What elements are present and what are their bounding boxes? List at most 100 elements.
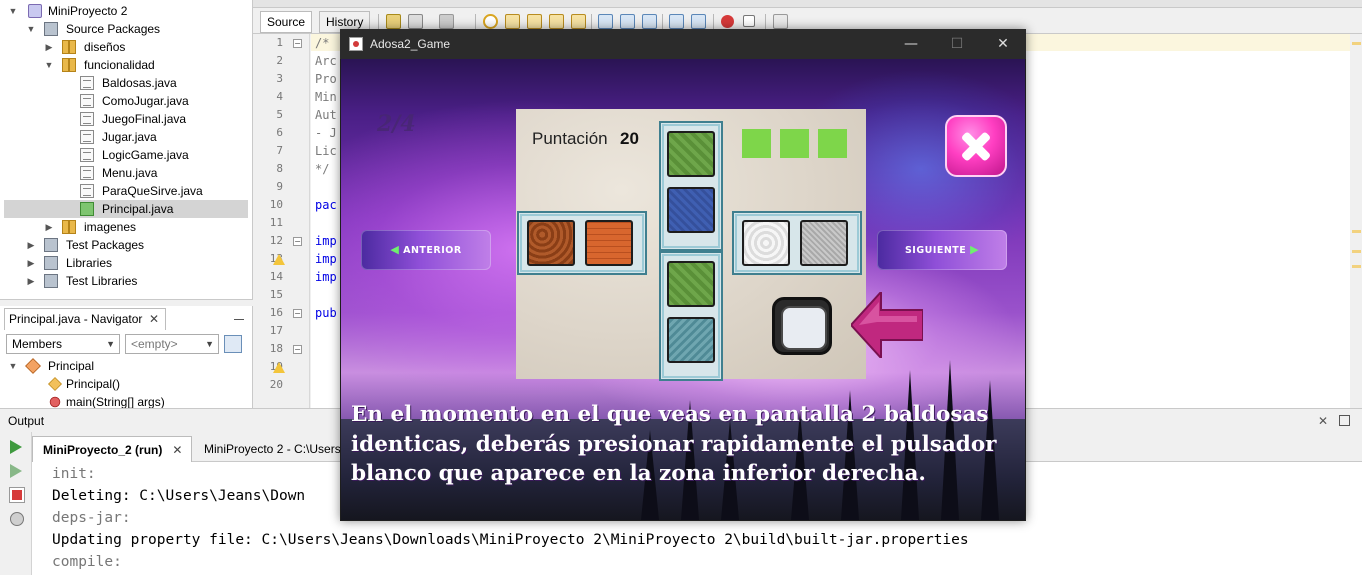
forward-icon[interactable] xyxy=(439,14,454,29)
nav-item-constructor[interactable]: Principal() xyxy=(4,375,248,393)
code-line: pac xyxy=(315,198,337,212)
stop-macro-icon[interactable] xyxy=(743,15,755,27)
maximize-icon[interactable] xyxy=(1339,415,1350,426)
white-press-button[interactable] xyxy=(772,297,832,355)
tile-white xyxy=(742,220,790,266)
tree-item-test-packages[interactable]: ▶ Test Packages xyxy=(4,236,248,254)
tile-teal xyxy=(667,317,715,363)
chevron-down-icon: ▼ xyxy=(106,339,115,349)
tree-item-logicgame[interactable]: LogicGame.java xyxy=(4,146,248,164)
rerun-with-options-icon[interactable] xyxy=(10,464,22,478)
settings-icon[interactable] xyxy=(10,512,24,526)
nav-item-label: Principal() xyxy=(66,377,121,391)
find-selection-icon[interactable] xyxy=(549,14,564,29)
find-next-icon[interactable] xyxy=(527,14,542,29)
chevron-right-icon[interactable]: ▶ xyxy=(26,254,36,272)
java-file-icon xyxy=(80,184,94,198)
members-select[interactable]: Members ▼ xyxy=(6,334,120,354)
tree-item-paraquesirve[interactable]: ParaQueSirve.java xyxy=(4,182,248,200)
last-edit-icon[interactable] xyxy=(386,14,401,29)
toggle-highlight-icon[interactable] xyxy=(571,14,586,29)
stripe-mark[interactable] xyxy=(1352,265,1361,268)
tab-output-build[interactable]: MiniProyecto 2 - C:\Users xyxy=(194,436,344,462)
chevron-right-icon[interactable]: ▶ xyxy=(26,236,36,254)
next-button[interactable]: SIGUIENTE ▶ xyxy=(877,230,1007,270)
chevron-down-icon[interactable]: ▼ xyxy=(26,20,36,38)
tree-item-imagenes[interactable]: ▶ imagenes xyxy=(4,218,248,236)
tree-item-funcionalidad[interactable]: ▼ funcionalidad xyxy=(4,56,248,74)
project-icon xyxy=(28,4,42,18)
fold-toggle-icon[interactable]: − xyxy=(293,237,302,246)
shift-left-icon[interactable] xyxy=(669,14,684,29)
tree-item-libraries[interactable]: ▶ Libraries xyxy=(4,254,248,272)
next-bookmark-icon[interactable] xyxy=(620,14,635,29)
close-icon[interactable]: ✕ xyxy=(1318,409,1328,433)
tree-item-menu[interactable]: Menu.java xyxy=(4,164,248,182)
line-number: 11 xyxy=(269,216,283,229)
tab-output-run-label: MiniProyecto_2 (run) xyxy=(43,443,163,457)
stripe-mark[interactable] xyxy=(1352,230,1361,233)
game-window-titlebar[interactable]: Adosa2_Game — ☐ ✕ xyxy=(340,29,1026,59)
tree-item-jugar[interactable]: Jugar.java xyxy=(4,128,248,146)
fold-toggle-icon[interactable]: − xyxy=(293,39,302,48)
tab-source[interactable]: Source xyxy=(260,11,313,33)
tree-item-disenos[interactable]: ▶ diseños xyxy=(4,38,248,56)
filter-select[interactable]: <empty> ▼ xyxy=(125,334,219,354)
close-game-button[interactable] xyxy=(945,115,1007,177)
tree-item-comojugar[interactable]: ComoJugar.java xyxy=(4,92,248,110)
output-line: Updating property file: C:\Users\Jeans\D… xyxy=(52,532,969,548)
chevron-right-icon[interactable]: ▶ xyxy=(44,218,54,236)
netbeans-ide: ▼ MiniProyecto 2 ▼ Source Packages ▶ dis… xyxy=(0,0,1362,575)
back-icon[interactable] xyxy=(408,14,423,29)
chevron-down-icon[interactable]: ▼ xyxy=(8,357,18,375)
tree-item-baldosas[interactable]: Baldosas.java xyxy=(4,74,248,92)
navigator-tab[interactable]: Principal.java - Navigator ✕ xyxy=(4,308,166,330)
close-icon[interactable]: ✕ xyxy=(172,443,182,457)
tree-item-project[interactable]: ▼ MiniProyecto 2 xyxy=(4,2,248,20)
chevron-down-icon[interactable]: ▼ xyxy=(44,56,54,74)
tree-item-principal[interactable]: Principal.java xyxy=(4,200,248,218)
toolbar-separator xyxy=(591,14,592,30)
line-number: 5 xyxy=(276,108,283,121)
chevron-down-icon[interactable]: ▼ xyxy=(8,2,18,20)
toggle-bookmark-icon[interactable] xyxy=(642,14,657,29)
fold-toggle-icon[interactable]: − xyxy=(293,309,302,318)
line-number: 9 xyxy=(276,180,283,193)
java-file-icon xyxy=(80,130,94,144)
minimize-icon[interactable] xyxy=(234,312,244,320)
rerun-icon[interactable] xyxy=(10,440,22,454)
tree-item-juegofinal[interactable]: JuegoFinal.java xyxy=(4,110,248,128)
maximize-icon[interactable]: ☐ xyxy=(934,29,980,59)
find-icon[interactable] xyxy=(483,14,498,29)
tile-grey xyxy=(800,220,848,266)
navigator-settings-icon[interactable] xyxy=(224,335,242,353)
tree-item-source-packages[interactable]: ▼ Source Packages xyxy=(4,20,248,38)
chevron-right-icon[interactable]: ▶ xyxy=(26,272,36,290)
prev-bookmark-icon[interactable] xyxy=(598,14,613,29)
fold-toggle-icon[interactable]: − xyxy=(293,345,302,354)
stripe-mark[interactable] xyxy=(1352,42,1361,45)
java-file-icon xyxy=(80,94,94,108)
shift-right-icon[interactable] xyxy=(691,14,706,29)
comment-icon[interactable] xyxy=(773,14,788,29)
find-previous-icon[interactable] xyxy=(505,14,520,29)
tree-item-test-libraries[interactable]: ▶ Test Libraries xyxy=(4,272,248,290)
code-line: Aut xyxy=(315,108,337,122)
record-macro-icon[interactable] xyxy=(721,15,734,28)
code-line: Lic xyxy=(315,144,337,158)
close-window-icon[interactable]: ✕ xyxy=(980,29,1026,59)
editor-error-stripe[interactable] xyxy=(1350,34,1362,408)
stripe-mark[interactable] xyxy=(1352,250,1361,253)
line-number: 15 xyxy=(269,288,283,301)
page-indicator: 2/4 xyxy=(377,111,416,137)
tile-slot-right xyxy=(732,211,862,275)
minimize-icon[interactable]: — xyxy=(888,29,934,59)
tree-item-label: Jugar.java xyxy=(102,130,157,144)
close-icon[interactable]: ✕ xyxy=(149,309,159,329)
tab-output-run[interactable]: MiniProyecto_2 (run) ✕ xyxy=(32,436,192,462)
chevron-right-icon[interactable]: ▶ xyxy=(44,38,54,56)
tab-output-build-label: MiniProyecto 2 - C:\Users xyxy=(204,442,341,456)
stop-icon[interactable] xyxy=(9,487,25,503)
nav-item-class[interactable]: ▼ Principal xyxy=(4,357,248,375)
previous-button[interactable]: ◀ ANTERIOR xyxy=(361,230,491,270)
